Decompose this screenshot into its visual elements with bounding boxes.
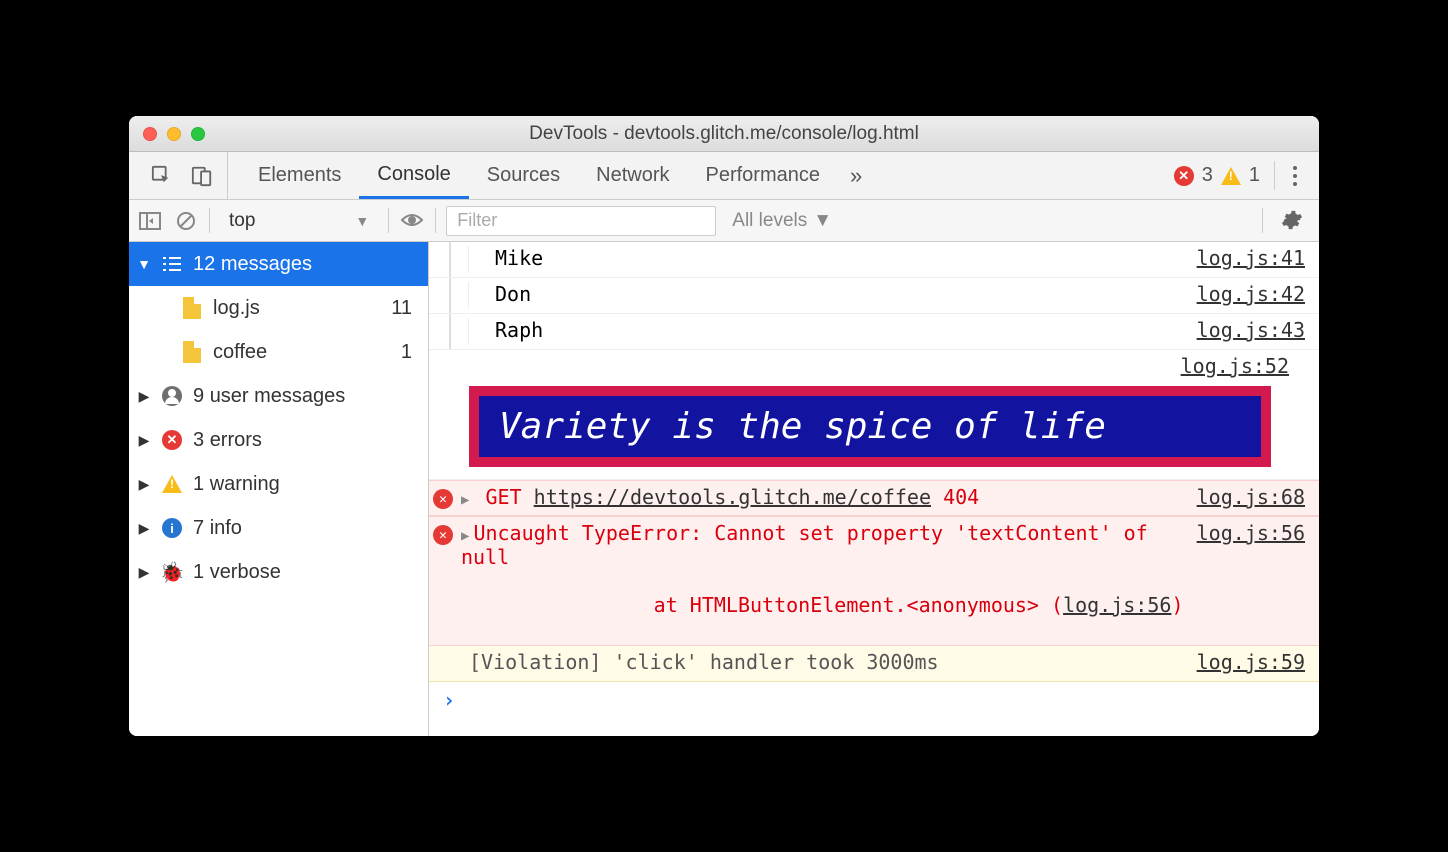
kebab-menu-icon[interactable] [1279,166,1311,186]
error-icon: ✕ [433,525,453,545]
log-levels-selector[interactable]: All levels ▼ [726,210,838,232]
tab-network[interactable]: Network [578,152,687,199]
chevron-down-icon: ▼ [355,213,369,229]
caret-right-icon: ▶ [137,388,151,405]
log-text: Don [469,282,1197,306]
sidebar-user-messages[interactable]: ▶ 9 user messages [129,374,428,418]
caret-right-icon: ▶ [137,432,151,449]
minimize-button[interactable] [167,127,181,141]
log-text: Raph [469,318,1197,342]
file-icon [181,341,203,363]
log-row-network-error[interactable]: ✕ ▶ GET https://devtools.glitch.me/coffe… [429,480,1319,516]
user-icon [161,386,183,406]
clear-console-icon[interactable] [173,208,199,234]
source-link[interactable]: log.js:43 [1197,318,1311,342]
sidebar-warnings[interactable]: ▶ 1 warning [129,462,428,506]
error-icon: ✕ [161,430,183,450]
warning-icon [161,475,183,493]
list-icon [161,256,183,272]
context-label: top [229,210,255,232]
source-link[interactable]: log.js:56 [1197,521,1311,545]
window-title: DevTools - devtools.glitch.me/console/lo… [129,123,1319,145]
caret-right-icon: ▶ [137,520,151,537]
console-output: Mike log.js:41 Don log.js:42 Raph log.js… [429,242,1319,736]
close-button[interactable] [143,127,157,141]
styled-log-text: Variety is the spice of life [469,386,1271,467]
caret-right-icon: ▶ [137,564,151,581]
tab-console[interactable]: Console [359,152,468,199]
device-toggle-icon[interactable] [191,164,213,187]
log-row[interactable]: Raph log.js:43 [429,314,1319,350]
stack-source-link[interactable]: log.js:56 [1063,593,1171,617]
settings-gear-icon[interactable] [1273,209,1311,231]
violation-text: [Violation] 'click' handler took 3000ms [457,650,1197,674]
sidebar-file-logjs[interactable]: log.js 11 [129,286,428,330]
stack-frame: at HTMLButtonElement.<anonymous> ( [606,593,1064,617]
levels-label: All levels [732,210,807,232]
log-row-styled[interactable]: log.js:52 Variety is the spice of life [429,350,1319,480]
console-prompt[interactable]: › [429,682,1319,718]
http-method: GET [485,485,521,509]
request-url[interactable]: https://devtools.glitch.me/coffee [534,485,931,509]
source-link[interactable]: log.js:41 [1197,246,1311,270]
info-icon: i [161,518,183,538]
file-icon [181,297,203,319]
error-icon: ✕ [433,489,453,509]
main-split: ▼ 12 messages log.js 11 coffee 1 [129,242,1319,736]
devtools-window: DevTools - devtools.glitch.me/console/lo… [129,116,1319,736]
maximize-button[interactable] [191,127,205,141]
inspect-element-icon[interactable] [151,164,173,187]
live-expression-icon[interactable] [399,210,425,232]
log-row[interactable]: Don log.js:42 [429,278,1319,314]
source-link[interactable]: log.js:52 [1181,354,1295,378]
panel-tabs: Elements Console Sources Network Perform… [228,152,874,199]
divider [388,208,389,233]
caret-down-icon: ▼ [137,256,151,272]
warning-badge-icon[interactable] [1221,167,1241,185]
divider [1274,161,1275,189]
source-link[interactable]: log.js:68 [1197,485,1311,509]
log-row-violation[interactable]: [Violation] 'click' handler took 3000ms … [429,646,1319,682]
execution-context-selector[interactable]: top ▼ [220,209,378,233]
sidebar-file-coffee[interactable]: coffee 1 [129,330,428,374]
tabs-overflow-icon[interactable]: » [838,163,874,189]
http-status: 404 [943,485,979,509]
log-row-typeerror[interactable]: ✕ ▶Uncaught TypeError: Cannot set proper… [429,516,1319,646]
console-filter-bar: top ▼ All levels ▼ [129,200,1319,242]
titlebar: DevTools - devtools.glitch.me/console/lo… [129,116,1319,152]
expand-icon[interactable]: ▶ [461,492,469,508]
caret-right-icon: ▶ [137,476,151,493]
sidebar-errors[interactable]: ▶ ✕ 3 errors [129,418,428,462]
sidebar-all-messages[interactable]: ▼ 12 messages [129,242,428,286]
tab-performance[interactable]: Performance [688,152,839,199]
chevron-down-icon: ▼ [813,210,832,232]
sidebar-toggle-icon[interactable] [137,208,163,234]
bug-icon: 🐞 [161,560,183,585]
tab-sources[interactable]: Sources [469,152,578,199]
toolbar: Elements Console Sources Network Perform… [129,152,1319,200]
source-link[interactable]: log.js:59 [1197,650,1311,674]
expand-icon[interactable]: ▶ [461,528,469,544]
tab-elements[interactable]: Elements [240,152,359,199]
log-row[interactable]: Mike log.js:41 [429,242,1319,278]
source-link[interactable]: log.js:42 [1197,282,1311,306]
traffic-lights [129,127,205,141]
log-text: Mike [469,246,1197,270]
console-sidebar: ▼ 12 messages log.js 11 coffee 1 [129,242,429,736]
sidebar-info[interactable]: ▶ i 7 info [129,506,428,550]
warning-count: 1 [1249,164,1260,187]
divider [435,208,436,233]
error-count: 3 [1202,164,1213,187]
sidebar-verbose[interactable]: ▶ 🐞 1 verbose [129,550,428,594]
status-badges: ✕ 3 1 [1174,164,1270,187]
filter-input[interactable] [446,206,716,236]
error-badge-icon[interactable]: ✕ [1174,166,1194,186]
divider [209,208,210,233]
divider [1262,208,1263,233]
error-message: Uncaught TypeError: Cannot set property … [461,521,1148,569]
